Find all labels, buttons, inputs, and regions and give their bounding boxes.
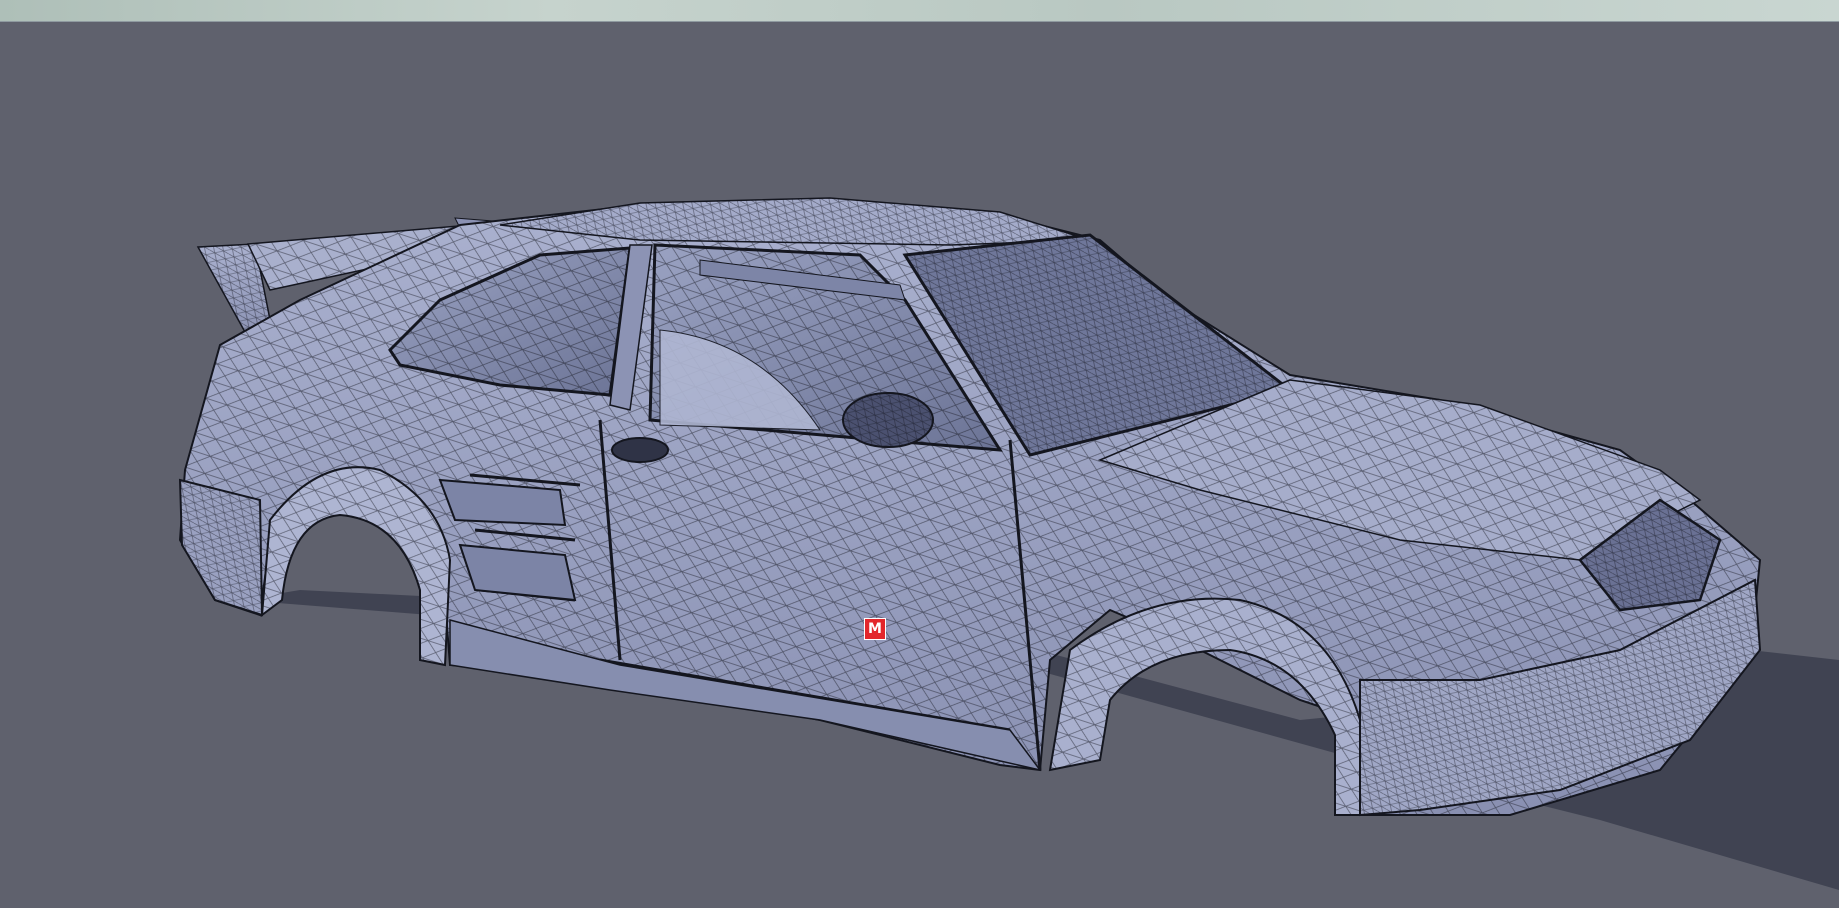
3d-viewport[interactable]: M [0, 0, 1839, 908]
car-body-model[interactable] [0, 0, 1839, 908]
door-handle [611, 437, 669, 463]
rear-bumper-mesh [180, 480, 262, 615]
marker-icon[interactable]: M [864, 618, 886, 640]
mirror-mesh [843, 393, 933, 447]
